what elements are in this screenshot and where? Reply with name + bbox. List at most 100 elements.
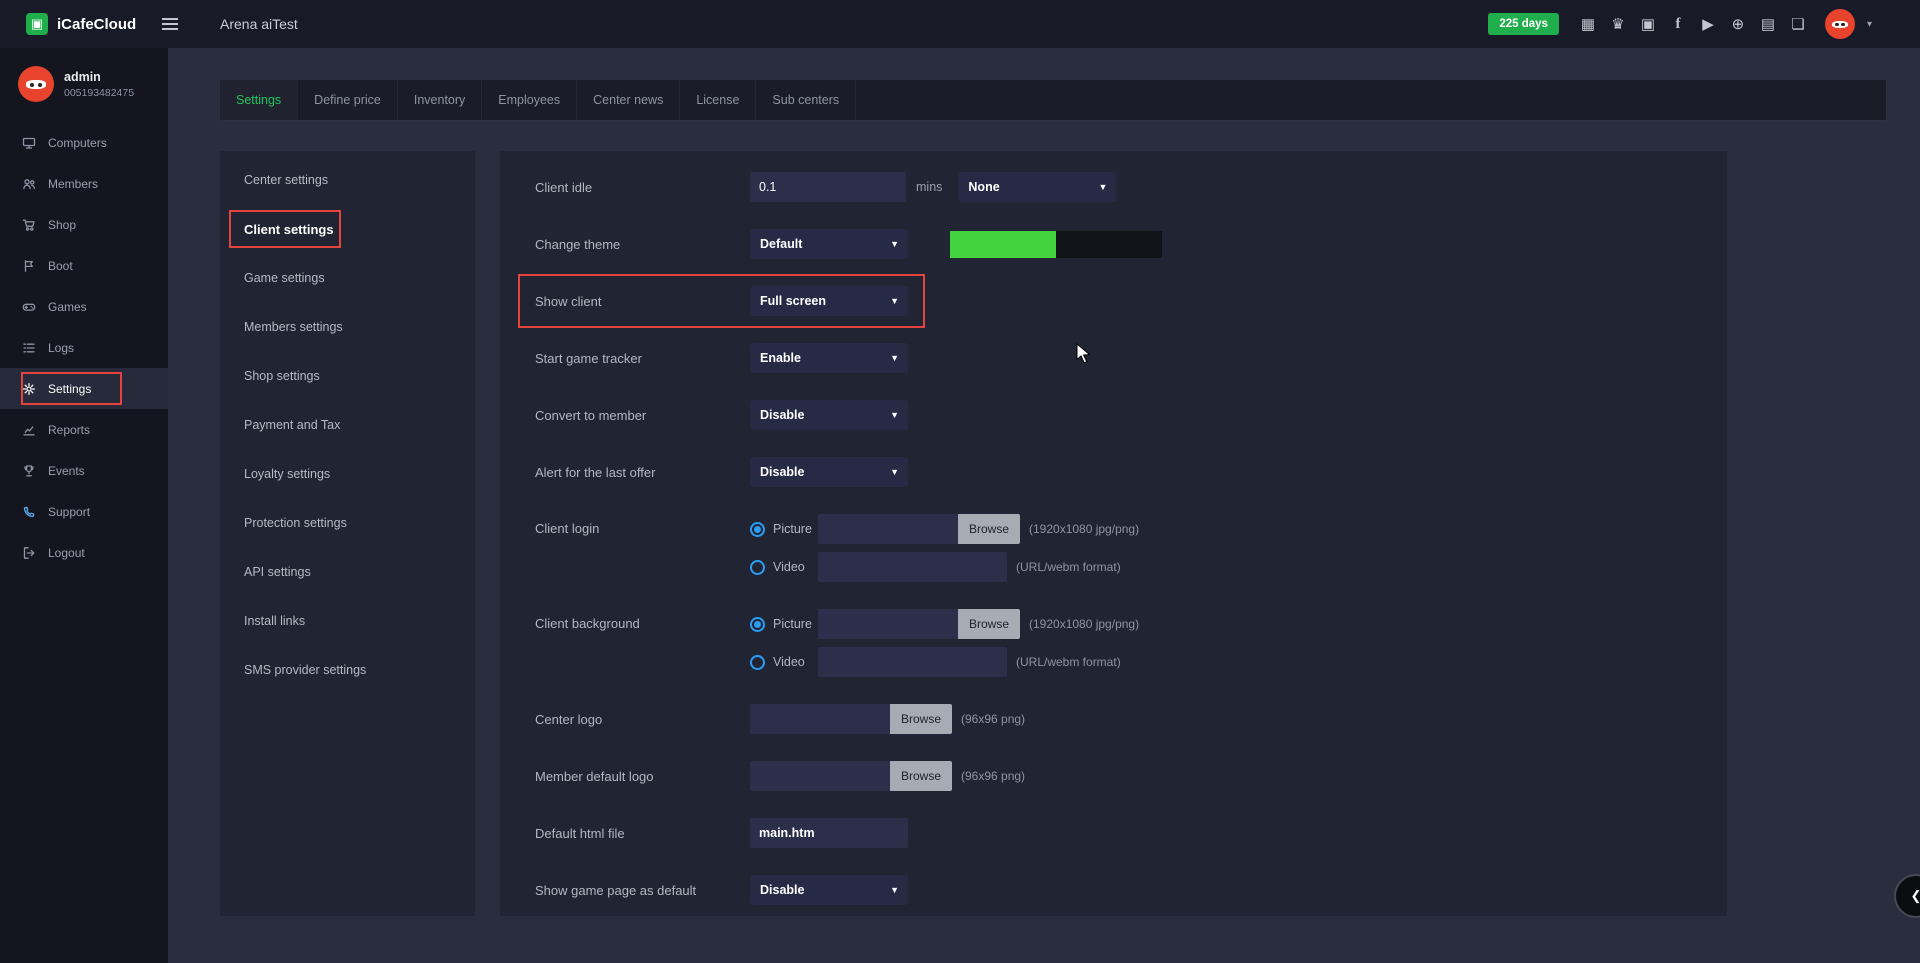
sidebar-item-settings[interactable]: Settings [0,368,168,409]
tab-license[interactable]: License [680,80,756,120]
convert-to-member-row: Convert to member Disable ▼ [535,400,1727,430]
card-icon[interactable]: ▤ [1759,15,1777,33]
sidebar-item-reports[interactable]: Reports [0,409,168,450]
show-game-page-select[interactable]: Disable ▼ [750,875,908,905]
client-background-video-input[interactable] [818,647,1007,677]
screen-icon[interactable]: ▣ [1639,15,1657,33]
center-logo-browse-button[interactable]: Browse [890,704,952,734]
settings-nav-panel: Center settings Client settings Game set… [220,151,475,916]
default-html-file-input[interactable] [750,818,908,848]
settings-nav-install-links[interactable]: Install links [220,597,475,646]
client-login-picture-radio[interactable] [750,522,765,537]
field-label: Alert for the last offer [535,465,750,480]
chevron-down-icon: ▼ [890,467,899,477]
sidebar-item-label: Reports [48,423,90,437]
field-label: Client idle [535,180,750,195]
layers-icon[interactable]: ❏ [1789,15,1807,33]
tab-settings[interactable]: Settings [220,80,298,120]
settings-nav-loyalty-settings[interactable]: Loyalty settings [220,450,475,499]
settings-nav-api-settings[interactable]: API settings [220,548,475,597]
show-game-page-row: Show game page as default Disable ▼ [535,875,1727,905]
sidebar-item-events[interactable]: Events [0,450,168,491]
tab-inventory[interactable]: Inventory [398,80,482,120]
grid-icon[interactable]: ▦ [1579,15,1597,33]
user-avatar[interactable] [1825,9,1855,39]
list-icon [22,341,38,355]
start-game-tracker-select[interactable]: Enable ▼ [750,343,908,373]
settings-nav-protection-settings[interactable]: Protection settings [220,499,475,548]
alert-last-offer-row: Alert for the last offer Disable ▼ [535,457,1727,487]
theme-swatch-green[interactable] [950,231,1056,258]
center-logo-input[interactable] [750,704,890,734]
sidebar-item-logout[interactable]: Logout [0,532,168,573]
sidebar-item-logs[interactable]: Logs [0,327,168,368]
settings-nav-payment-and-tax[interactable]: Payment and Tax [220,401,475,450]
settings-nav-members-settings[interactable]: Members settings [220,303,475,352]
sidebar-user[interactable]: admin 005193482475 [0,48,168,122]
show-client-select[interactable]: Full screen ▼ [750,286,908,316]
field-label: Show client [535,294,750,309]
sidebar-item-boot[interactable]: Boot [0,245,168,286]
client-background-picture-radio[interactable] [750,617,765,632]
client-login-video-radio[interactable] [750,560,765,575]
client-login-picture-browse-button[interactable]: Browse [958,514,1020,544]
center-logo-row: Center logo Browse (96x96 png) [535,704,1727,734]
logo-format-hint: (96x96 png) [961,712,1025,726]
theme-swatch-black[interactable] [1056,231,1162,258]
sidebar-item-support[interactable]: Support [0,491,168,532]
sidebar-item-label: Logs [48,341,74,355]
member-default-logo-input[interactable] [750,761,890,791]
chevron-down-icon: ▼ [1098,182,1107,192]
settings-nav-shop-settings[interactable]: Shop settings [220,352,475,401]
brand: ▣ iCafeCloud [0,13,150,35]
sidebar-item-computers[interactable]: Computers [0,122,168,163]
client-idle-action-select[interactable]: None ▼ [958,172,1116,202]
video-format-hint: (URL/webm format) [1016,560,1121,574]
globe-icon[interactable]: ⊕ [1729,15,1747,33]
chevron-down-icon: ▼ [890,885,899,895]
settings-nav-game-settings[interactable]: Game settings [220,254,475,303]
start-game-tracker-row: Start game tracker Enable ▼ [535,343,1727,373]
cart-icon [22,218,38,232]
settings-nav-client-settings[interactable]: Client settings [220,205,475,254]
users-icon [22,177,38,191]
client-login-picture-input[interactable] [818,514,958,544]
field-label: Change theme [535,237,750,252]
sidebar-item-games[interactable]: Games [0,286,168,327]
tab-define-price[interactable]: Define price [298,80,398,120]
trophy-icon [22,464,38,478]
client-background-picture-browse-button[interactable]: Browse [958,609,1020,639]
convert-to-member-select[interactable]: Disable ▼ [750,400,908,430]
tab-sub-centers[interactable]: Sub centers [756,80,856,120]
chevron-down-icon[interactable]: ▾ [1867,19,1872,30]
gear-icon [22,382,38,396]
page-title: Arena aiTest [220,16,298,32]
sidebar-item-label: Logout [48,546,85,560]
settings-nav-center-settings[interactable]: Center settings [220,156,475,205]
field-label: Convert to member [535,408,750,423]
sidebar-item-shop[interactable]: Shop [0,204,168,245]
trophy-icon[interactable]: ♛ [1609,15,1627,33]
tab-employees[interactable]: Employees [482,80,577,120]
member-default-logo-row: Member default logo Browse (96x96 png) [535,761,1727,791]
client-background-video-radio[interactable] [750,655,765,670]
youtube-icon[interactable]: ▶ [1699,15,1717,33]
sidebar-item-members[interactable]: Members [0,163,168,204]
settings-nav-sms-provider[interactable]: SMS provider settings [220,646,475,695]
theme-preview [950,231,1162,258]
brand-name: iCafeCloud [57,16,136,33]
client-background-row: Client background Picture Browse (1920x1… [535,609,1727,677]
chart-icon [22,423,38,437]
picture-format-hint: (1920x1080 jpg/png) [1029,617,1139,631]
hamburger-menu-icon[interactable] [162,17,180,31]
alert-last-offer-select[interactable]: Disable ▼ [750,457,908,487]
change-theme-select[interactable]: Default ▼ [750,229,908,259]
member-default-logo-browse-button[interactable]: Browse [890,761,952,791]
client-background-picture-input[interactable] [818,609,958,639]
client-login-video-input[interactable] [818,552,1007,582]
facebook-icon[interactable]: f [1669,16,1687,33]
tab-center-news[interactable]: Center news [577,80,680,120]
field-label: Center logo [535,712,750,727]
client-idle-input[interactable] [750,172,906,202]
license-days-badge[interactable]: 225 days [1488,13,1559,35]
